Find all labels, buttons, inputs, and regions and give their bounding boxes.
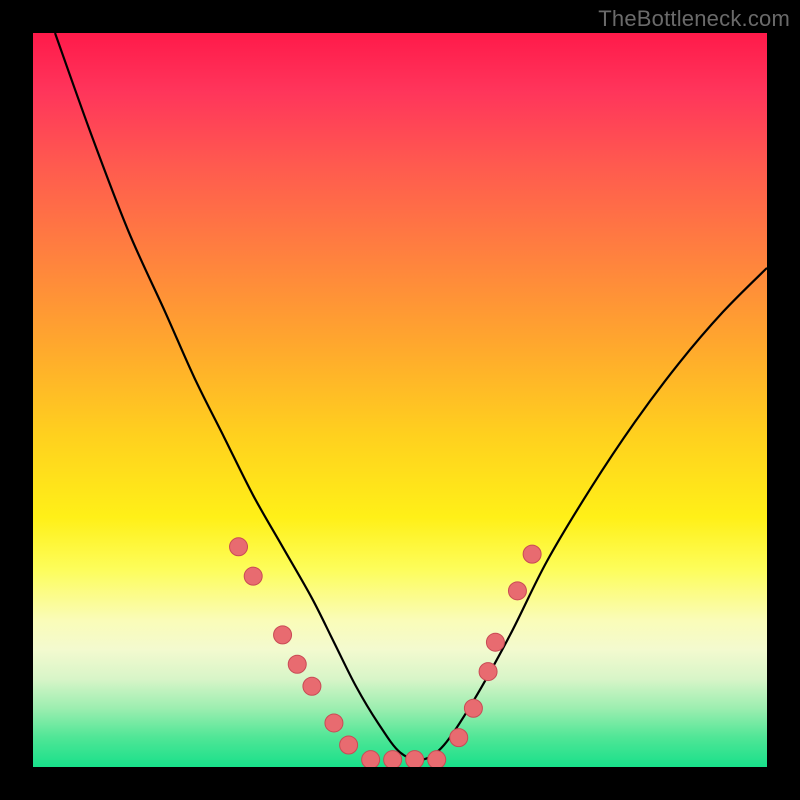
marker-dot <box>508 582 526 600</box>
marker-dot <box>428 751 446 767</box>
chart-frame: TheBottleneck.com <box>0 0 800 800</box>
marker-dot <box>464 699 482 717</box>
bottleneck-curve <box>55 33 767 760</box>
marker-dot <box>244 567 262 585</box>
marker-dot <box>340 736 358 754</box>
marker-dot <box>479 663 497 681</box>
marker-dot <box>325 714 343 732</box>
curve-layer <box>33 33 767 767</box>
plot-area <box>33 33 767 767</box>
marker-dot <box>406 751 424 767</box>
marker-dot <box>362 751 380 767</box>
marker-dot <box>450 729 468 747</box>
marker-dot <box>523 545 541 563</box>
watermark-text: TheBottleneck.com <box>598 6 790 32</box>
marker-dot <box>230 538 248 556</box>
marker-dot <box>486 633 504 651</box>
marker-dot <box>288 655 306 673</box>
marker-dot <box>303 677 321 695</box>
marker-dot <box>274 626 292 644</box>
marker-dot <box>384 751 402 767</box>
